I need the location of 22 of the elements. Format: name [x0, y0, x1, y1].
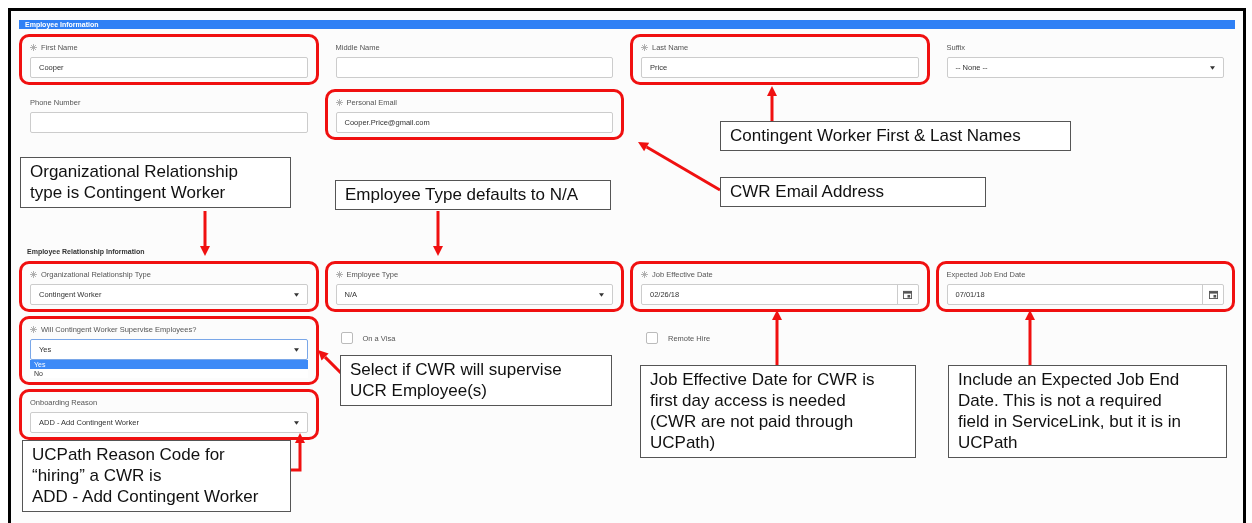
callout-note: Organizational Relationship type is Contingent Worker — [20, 157, 291, 208]
checkbox[interactable] — [646, 332, 658, 344]
callout-note: CWR Email Address — [720, 177, 986, 207]
checkbox[interactable] — [340, 332, 353, 344]
callout-note: Contingent Worker First & Last Names — [720, 121, 1071, 151]
callout-note: UCPath Reason Code for “hiring” a CWR is ADD - Add Contingent Worker — [22, 440, 291, 512]
callout-note: Include an Expected Job End Date. This is not a required field in ServiceLink, but it is in UCPath — [948, 365, 1227, 458]
callout-note: Select if CWR will supervise UCR Employee(s) — [340, 355, 612, 406]
callout-note: Job Effective Date for CWR is first day access is needed (CWR are not paid through UCPath) — [640, 365, 916, 458]
text-field[interactable] — [335, 57, 613, 78]
caret-icon — [293, 347, 299, 352]
caret-icon — [293, 292, 299, 297]
arrow — [200, 211, 210, 256]
text-field[interactable] — [30, 112, 308, 133]
caret-icon — [1210, 65, 1215, 70]
caret-icon — [599, 292, 604, 297]
calendar-icon — [903, 290, 912, 299]
callout-note: Employee Type defaults to N/A — [335, 180, 611, 210]
calendar-icon — [1208, 290, 1218, 299]
caret-icon — [293, 420, 299, 425]
arrow — [433, 211, 443, 256]
arrow — [767, 86, 777, 121]
